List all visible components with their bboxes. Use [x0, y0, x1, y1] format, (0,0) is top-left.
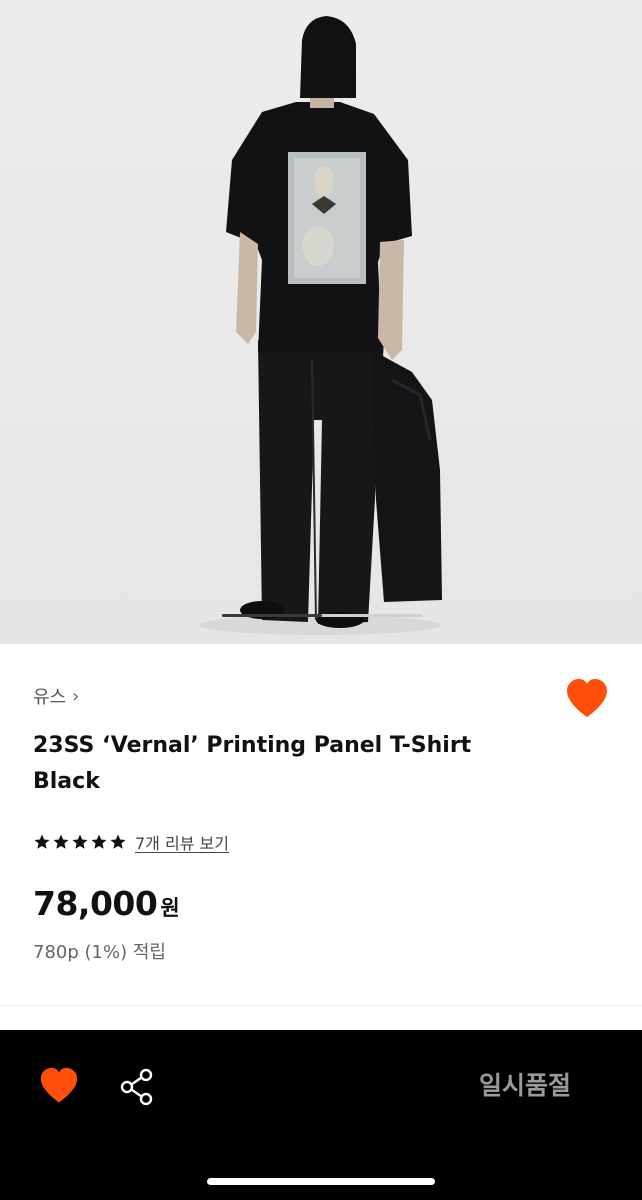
- heart-icon: [40, 1067, 78, 1103]
- price: 78,000 원: [33, 884, 180, 923]
- reward-points: 780p (1%) 적립: [33, 942, 166, 963]
- brand-name: 유스: [33, 687, 67, 708]
- brand-link[interactable]: 유스 ›: [33, 683, 79, 709]
- price-currency: 원: [160, 896, 180, 920]
- rating-row: 7개 리뷰 보기: [33, 830, 229, 854]
- sold-out-button[interactable]: 일시품절: [440, 1064, 610, 1108]
- carousel-progress-track: [222, 614, 422, 617]
- home-indicator: [207, 1178, 435, 1185]
- star-icon: [53, 834, 69, 849]
- bottom-action-bar: [0, 1030, 642, 1200]
- star-rating: [33, 833, 127, 851]
- star-icon: [72, 834, 88, 849]
- product-title: 23SS ‘Vernal’ Printing Panel T-Shirt Bla…: [33, 733, 472, 794]
- heart-icon: [567, 679, 607, 717]
- star-icon: [91, 834, 107, 849]
- star-icon: [34, 834, 50, 849]
- model-photo: [200, 16, 442, 635]
- carousel-progress-fill: [222, 614, 322, 617]
- chevron-right-icon: ›: [72, 685, 80, 707]
- product-image[interactable]: [0, 0, 642, 644]
- divider: [0, 1005, 642, 1006]
- star-icon: [110, 834, 126, 849]
- review-link[interactable]: 7개 리뷰 보기: [135, 830, 229, 854]
- price-value: 78,000: [33, 884, 158, 923]
- share-button[interactable]: [118, 1066, 156, 1108]
- bottom-wishlist-button[interactable]: [38, 1066, 80, 1106]
- wishlist-button[interactable]: [564, 677, 610, 721]
- share-icon: [120, 1068, 153, 1106]
